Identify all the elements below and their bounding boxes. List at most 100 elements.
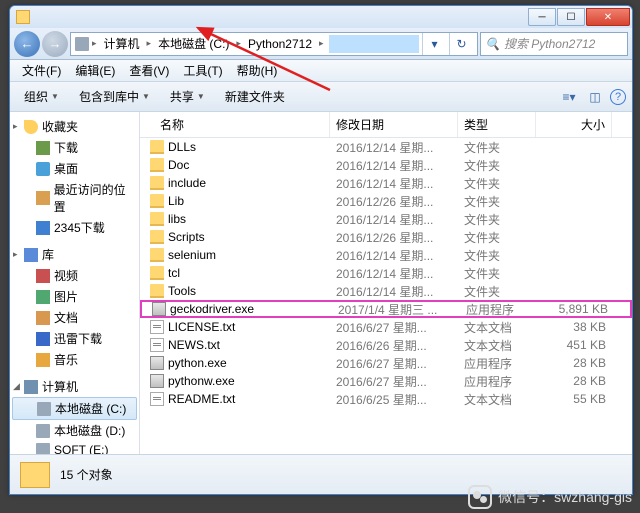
file-row[interactable]: tcl2016/12/14 星期...文件夹 — [140, 264, 632, 282]
header-name[interactable]: 名称 — [140, 112, 330, 137]
file-date: 2016/6/25 星期... — [330, 390, 458, 409]
file-size: 451 KB — [536, 337, 612, 353]
file-row[interactable]: include2016/12/14 星期...文件夹 — [140, 174, 632, 192]
tree-downloads[interactable]: 下载 — [10, 137, 139, 158]
file-name: libs — [168, 212, 186, 226]
tree-music[interactable]: 音乐 — [10, 349, 139, 370]
search-box[interactable]: 🔍 搜索 Python2712 — [480, 32, 628, 56]
recent-icon — [36, 191, 50, 205]
menu-tools[interactable]: 工具(T) — [177, 60, 228, 81]
file-row[interactable]: geckodriver.exe2017/1/4 星期三 ...应用程序5,891… — [140, 300, 632, 318]
file-row[interactable]: NEWS.txt2016/6/26 星期...文本文档451 KB — [140, 336, 632, 354]
file-row[interactable]: pythonw.exe2016/6/27 星期...应用程序28 KB — [140, 372, 632, 390]
address-bar[interactable]: ▸ 计算机 ▸ 本地磁盘 (C:) ▸ Python2712 ▸ ▾ ↻ — [70, 32, 478, 56]
wechat-icon — [468, 485, 492, 509]
file-name: LICENSE.txt — [168, 320, 235, 334]
crumb-drive[interactable]: 本地磁盘 (C:) — [154, 33, 233, 54]
tree-2345[interactable]: 2345下载 — [10, 217, 139, 238]
file-name: selenium — [168, 248, 216, 262]
header-date[interactable]: 修改日期 — [330, 112, 458, 137]
file-row[interactable]: README.txt2016/6/25 星期...文本文档55 KB — [140, 390, 632, 408]
refresh-icon[interactable]: ↻ — [449, 33, 473, 55]
tree-drive-c[interactable]: 本地磁盘 (C:) — [12, 397, 137, 420]
file-date: 2016/12/14 星期... — [330, 210, 458, 229]
view-options-icon[interactable]: ≡▾ — [558, 86, 580, 108]
folder-icon — [150, 266, 164, 280]
folder-icon — [36, 221, 50, 235]
tree-desktop[interactable]: 桌面 — [10, 158, 139, 179]
file-type: 文件夹 — [458, 138, 536, 157]
tree-xunlei[interactable]: 迅雷下载 — [10, 328, 139, 349]
file-name: README.txt — [168, 392, 235, 406]
tree-pictures[interactable]: 图片 — [10, 286, 139, 307]
newfolder-button[interactable]: 新建文件夹 — [217, 85, 293, 108]
file-size — [536, 146, 612, 148]
folder-icon — [150, 212, 164, 226]
titlebar: ─ ☐ ✕ — [10, 6, 632, 28]
tree-recent[interactable]: 最近访问的位置 — [10, 179, 139, 217]
include-button[interactable]: 包含到库中▼ — [71, 85, 158, 108]
file-row[interactable]: python.exe2016/6/27 星期...应用程序28 KB — [140, 354, 632, 372]
file-row[interactable]: selenium2016/12/14 星期...文件夹 — [140, 246, 632, 264]
file-size — [536, 200, 612, 202]
tree-libraries[interactable]: ▸库 — [10, 244, 139, 265]
back-button[interactable]: ← — [14, 31, 40, 57]
music-icon — [36, 353, 50, 367]
minimize-button[interactable]: ─ — [528, 8, 556, 26]
forward-button[interactable]: → — [42, 31, 68, 57]
command-bar: 组织▼ 包含到库中▼ 共享▼ 新建文件夹 ≡▾ ◫ ? — [10, 82, 632, 112]
maximize-button[interactable]: ☐ — [557, 8, 585, 26]
file-size: 38 KB — [536, 319, 612, 335]
file-date: 2016/6/27 星期... — [330, 318, 458, 337]
file-row[interactable]: Scripts2016/12/26 星期...文件夹 — [140, 228, 632, 246]
file-row[interactable]: Lib2016/12/26 星期...文件夹 — [140, 192, 632, 210]
header-size[interactable]: 大小 — [536, 112, 612, 137]
file-row[interactable]: DLLs2016/12/14 星期...文件夹 — [140, 138, 632, 156]
file-type: 文件夹 — [458, 192, 536, 211]
search-placeholder: 搜索 Python2712 — [504, 35, 595, 52]
preview-pane-icon[interactable]: ◫ — [584, 86, 606, 108]
help-icon[interactable]: ? — [610, 89, 626, 105]
file-name: NEWS.txt — [168, 338, 220, 352]
file-list-pane[interactable]: 名称 修改日期 类型 大小 DLLs2016/12/14 星期...文件夹Doc… — [140, 112, 632, 494]
chevron-right-icon[interactable]: ▸ — [147, 38, 152, 49]
file-type: 文件夹 — [458, 228, 536, 247]
tree-computer[interactable]: ◢计算机 — [10, 376, 139, 397]
file-row[interactable]: Doc2016/12/14 星期...文件夹 — [140, 156, 632, 174]
tree-favorites[interactable]: ▸收藏夹 — [10, 116, 139, 137]
file-type: 应用程序 — [458, 372, 536, 391]
dropdown-icon[interactable]: ▾ — [422, 33, 446, 55]
window-icon — [16, 10, 30, 24]
tree-documents[interactable]: 文档 — [10, 307, 139, 328]
crumb-computer[interactable]: 计算机 — [100, 33, 144, 54]
crumb-folder[interactable]: Python2712 — [244, 35, 316, 53]
star-icon — [24, 120, 38, 134]
file-name: geckodriver.exe — [170, 302, 254, 316]
watermark: 微信号：swzhang-gis — [468, 485, 632, 509]
file-row[interactable]: LICENSE.txt2016/6/27 星期...文本文档38 KB — [140, 318, 632, 336]
file-size: 5,891 KB — [538, 301, 614, 317]
file-date: 2016/12/26 星期... — [330, 192, 458, 211]
share-button[interactable]: 共享▼ — [162, 85, 213, 108]
close-button[interactable]: ✕ — [586, 8, 630, 26]
menu-edit[interactable]: 编辑(E) — [69, 60, 121, 81]
tree-drive-d[interactable]: 本地磁盘 (D:) — [10, 420, 139, 441]
menu-help[interactable]: 帮助(H) — [231, 60, 284, 81]
menu-view[interactable]: 查看(V) — [123, 60, 175, 81]
navigation-pane[interactable]: ▸收藏夹 下载 桌面 最近访问的位置 2345下载 ▸库 视频 图片 文档 迅雷… — [10, 112, 140, 494]
file-type: 应用程序 — [460, 300, 538, 319]
file-type: 文件夹 — [458, 246, 536, 265]
folder-icon — [150, 248, 164, 262]
organize-button[interactable]: 组织▼ — [16, 85, 67, 108]
chevron-right-icon[interactable]: ▸ — [319, 38, 324, 49]
tree-videos[interactable]: 视频 — [10, 265, 139, 286]
menu-file[interactable]: 文件(F) — [16, 60, 67, 81]
header-type[interactable]: 类型 — [458, 112, 536, 137]
file-row[interactable]: Tools2016/12/14 星期...文件夹 — [140, 282, 632, 300]
chevron-right-icon[interactable]: ▸ — [236, 38, 241, 49]
file-date: 2016/6/26 星期... — [330, 336, 458, 355]
address-remainder[interactable] — [329, 35, 419, 53]
txt-icon — [150, 320, 164, 334]
chevron-right-icon[interactable]: ▸ — [92, 38, 97, 49]
file-row[interactable]: libs2016/12/14 星期...文件夹 — [140, 210, 632, 228]
